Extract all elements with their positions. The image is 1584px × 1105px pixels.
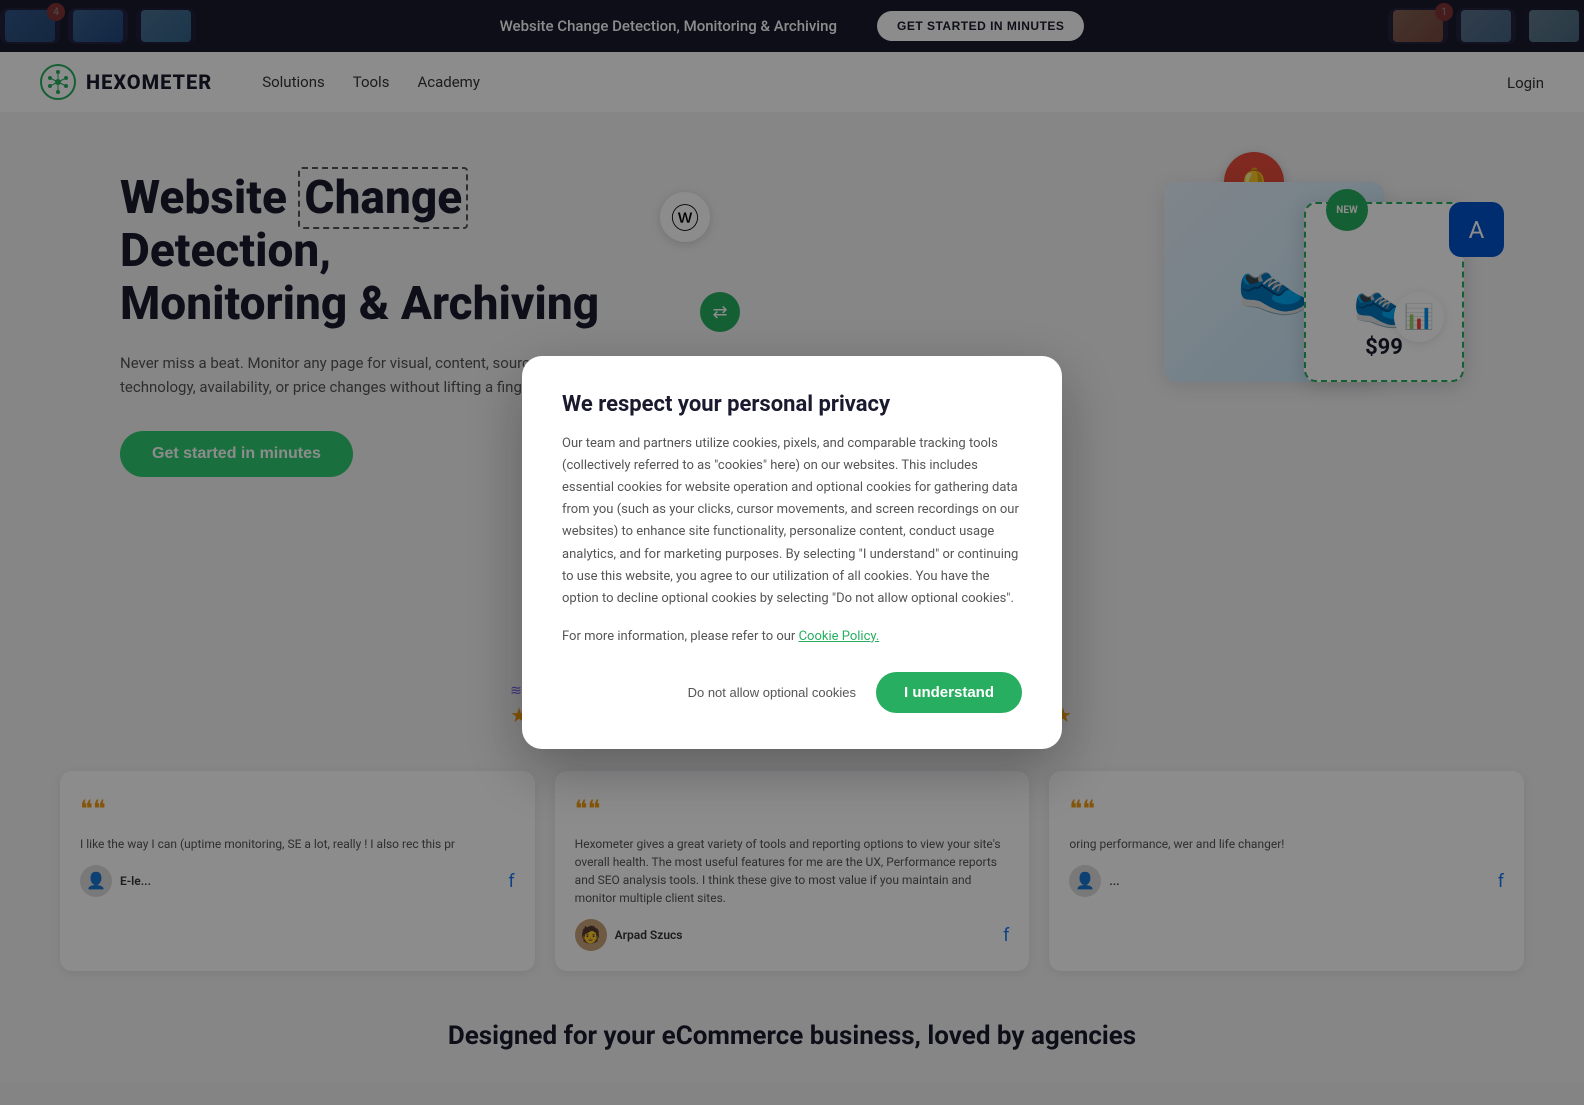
modal-actions: Do not allow optional cookies I understa…	[562, 672, 1022, 713]
accept-button[interactable]: I understand	[876, 672, 1022, 713]
modal-policy-text: For more information, please refer to ou…	[562, 626, 1022, 648]
decline-button[interactable]: Do not allow optional cookies	[688, 685, 856, 700]
cookie-modal: We respect your personal privacy Our tea…	[522, 356, 1062, 749]
modal-body-text: Our team and partners utilize cookies, p…	[562, 436, 1019, 606]
modal-body: Our team and partners utilize cookies, p…	[562, 433, 1022, 610]
modal-overlay: We respect your personal privacy Our tea…	[0, 0, 1584, 1105]
cookie-policy-link[interactable]: Cookie Policy.	[799, 629, 880, 644]
modal-title: We respect your personal privacy	[562, 392, 1022, 417]
